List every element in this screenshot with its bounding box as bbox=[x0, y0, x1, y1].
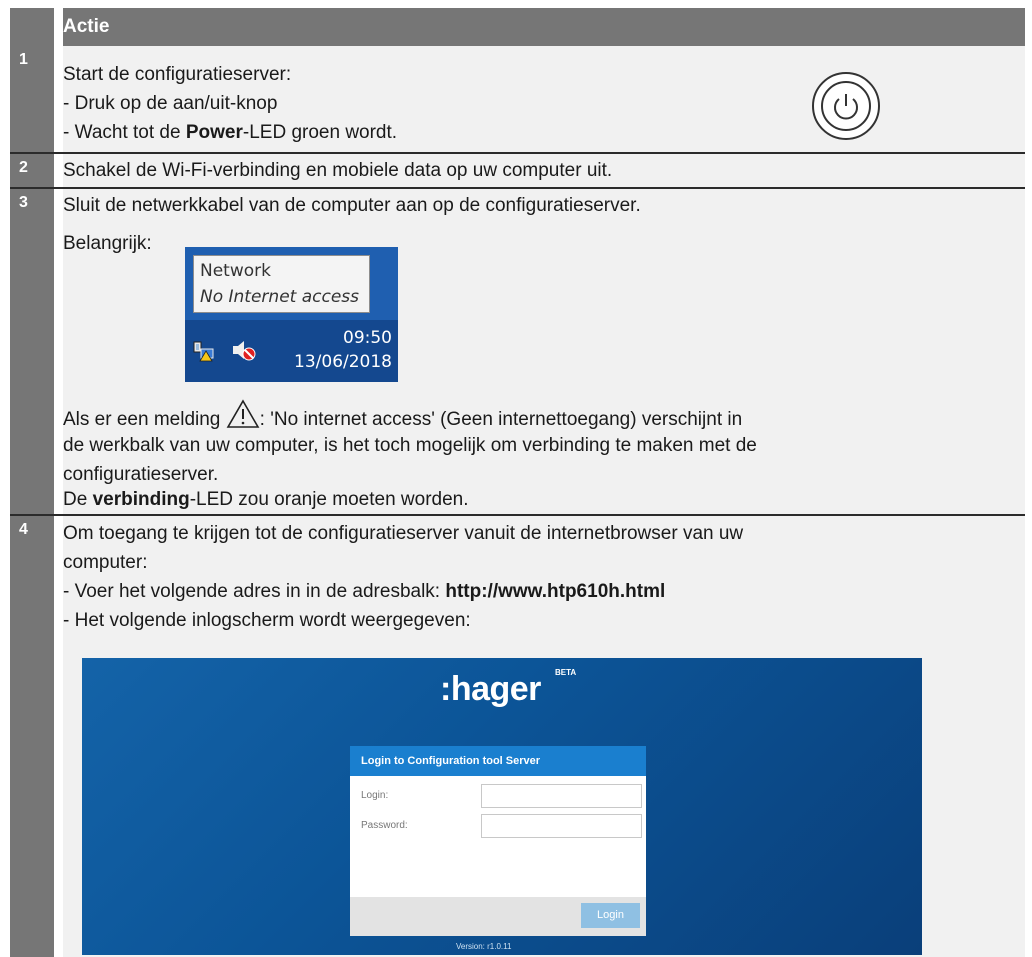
clock-time: 09:50 bbox=[343, 328, 392, 348]
step-text: de werkbalk van uw computer, is het toch… bbox=[63, 435, 757, 456]
belangrijk-label: Belangrijk: bbox=[63, 233, 152, 254]
speaker-muted-icon bbox=[233, 341, 256, 361]
header-number-cell bbox=[10, 8, 54, 46]
step-text: - Druk op de aan/uit-knop bbox=[63, 93, 278, 114]
login-panel-footer: Login bbox=[350, 897, 646, 936]
step-text: Om toegang te krijgen tot de configurati… bbox=[63, 523, 744, 544]
step-text: Start de configuratieserver: bbox=[63, 64, 292, 85]
step-text: computer: bbox=[63, 552, 148, 573]
instruction-table: Actie 1 Start de configuratieserver: - D… bbox=[10, 8, 1025, 957]
power-button-icon bbox=[812, 72, 880, 140]
step-text: Sluit de netwerkkabel van de computer aa… bbox=[63, 195, 641, 216]
step-text: Schakel de Wi-Fi-verbinding en mobiele d… bbox=[63, 160, 613, 181]
step-number: 4 bbox=[10, 516, 54, 957]
step-number: 3 bbox=[10, 189, 54, 516]
step-body: Sluit de netwerkkabel van de computer aa… bbox=[63, 189, 1025, 516]
step-row-2: 2 Schakel de Wi-Fi-verbinding en mobiele… bbox=[10, 152, 1025, 189]
beta-badge: BETA bbox=[555, 668, 577, 677]
password-label: Password: bbox=[361, 820, 408, 831]
version-label: Version: r1.0.11 bbox=[456, 942, 512, 951]
step-body: Schakel de Wi-Fi-verbinding en mobiele d… bbox=[63, 154, 1025, 189]
table-header: Actie bbox=[10, 8, 1025, 46]
login-button[interactable]: Login bbox=[581, 903, 640, 928]
tooltip-no-internet: No Internet access bbox=[200, 287, 360, 307]
login-input[interactable] bbox=[481, 784, 642, 808]
login-screenshot: :hager BETA Login to Configuration tool … bbox=[82, 658, 922, 955]
step-text: - Wacht tot de Power-LED groen wordt. bbox=[63, 122, 398, 143]
login-label: Login: bbox=[361, 790, 389, 801]
step-row-1: 1 Start de configuratieserver: - Druk op… bbox=[10, 46, 1025, 152]
warning-icon bbox=[226, 399, 260, 428]
step-text: Als er een melding : 'No internet access… bbox=[63, 399, 742, 433]
taskbar-screenshot: Network No Internet access 09:50 13/06/2… bbox=[185, 247, 398, 382]
step-number: 2 bbox=[10, 154, 54, 189]
address-url: http://www.htp610h.html bbox=[445, 581, 666, 602]
step-text: De verbinding-LED zou oranje moeten word… bbox=[63, 489, 469, 510]
power-led-label: Power bbox=[185, 122, 243, 143]
step-text: - Het volgende inlogscherm wordt weergeg… bbox=[63, 610, 471, 631]
taskbar: 09:50 13/06/2018 bbox=[185, 320, 398, 382]
network-warning-icon bbox=[193, 341, 214, 362]
verbinding-led-label: verbinding bbox=[92, 489, 190, 510]
password-input[interactable] bbox=[481, 814, 642, 838]
step-row-3: 3 Sluit de netwerkkabel van de computer … bbox=[10, 187, 1025, 516]
login-panel: Login to Configuration tool Server Login… bbox=[350, 746, 646, 936]
tooltip-network: Network bbox=[200, 261, 271, 281]
step-text: configuratieserver. bbox=[63, 464, 219, 485]
login-panel-title: Login to Configuration tool Server bbox=[350, 746, 646, 776]
network-tooltip: Network No Internet access bbox=[193, 255, 370, 313]
clock: 09:50 13/06/2018 bbox=[294, 326, 392, 374]
step-text: - Voer het volgende adres in in de adres… bbox=[63, 581, 666, 602]
step-number: 1 bbox=[10, 46, 54, 152]
step-body: Start de configuratieserver: - Druk op d… bbox=[63, 46, 1025, 152]
hager-logo: :hager bbox=[440, 670, 541, 708]
header-actie: Actie bbox=[63, 8, 1025, 46]
clock-date: 13/06/2018 bbox=[294, 352, 392, 372]
